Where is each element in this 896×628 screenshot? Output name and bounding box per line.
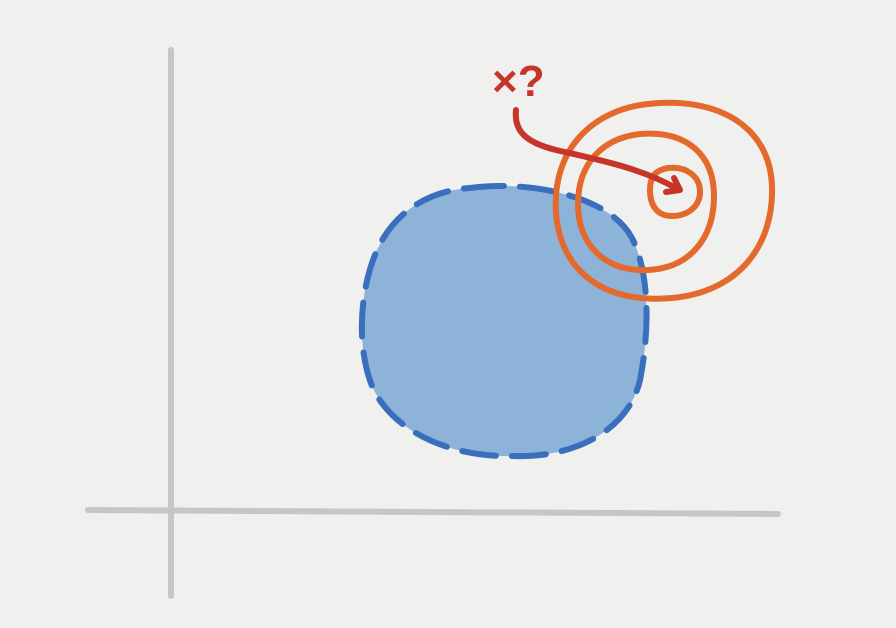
feasible-region — [358, 183, 650, 460]
x-axis-line — [85, 507, 781, 517]
annotation-label: ×? — [492, 57, 545, 106]
feasible-region-fill — [361, 186, 647, 457]
diagram-canvas: ×? — [0, 0, 896, 628]
diagram-svg: ×? — [0, 0, 896, 628]
